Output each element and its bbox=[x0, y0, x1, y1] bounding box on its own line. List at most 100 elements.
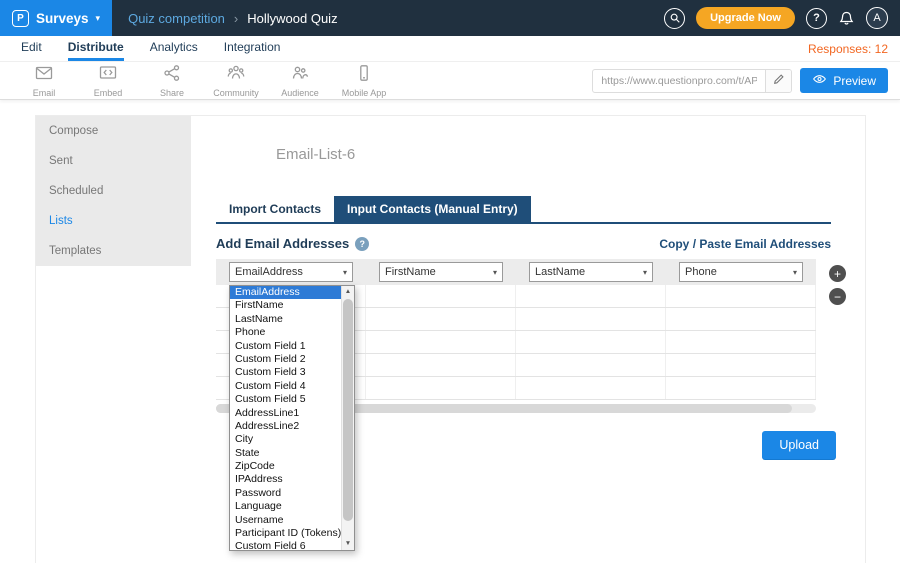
surveys-menu-button[interactable]: P Surveys ▾ bbox=[0, 0, 112, 36]
upgrade-button[interactable]: Upgrade Now bbox=[696, 7, 795, 29]
tab-edit[interactable]: Edit bbox=[21, 36, 42, 61]
topbar-actions: Upgrade Now ? A bbox=[664, 7, 900, 29]
toolbar-audience-button[interactable]: Audience bbox=[268, 64, 332, 98]
eye-icon bbox=[812, 73, 827, 88]
column-select-phone[interactable]: Phone ▾ bbox=[679, 262, 803, 282]
phone-cell[interactable] bbox=[666, 377, 816, 399]
toolbar-share-button[interactable]: Share bbox=[140, 64, 204, 98]
lastname-cell[interactable] bbox=[516, 285, 666, 307]
embed-icon bbox=[98, 64, 118, 87]
tab-distribute[interactable]: Distribute bbox=[68, 36, 124, 61]
dropdown-option[interactable]: Custom Field 5 bbox=[230, 393, 341, 406]
dropdown-options-list: EmailAddressFirstNameLastNamePhoneCustom… bbox=[230, 286, 341, 550]
dropdown-scrollbar[interactable]: ▲ ▼ bbox=[341, 286, 354, 550]
audience-icon bbox=[290, 64, 310, 87]
firstname-cell[interactable] bbox=[366, 354, 516, 376]
dropdown-option[interactable]: State bbox=[230, 447, 341, 460]
dropdown-option[interactable]: IPAddress bbox=[230, 473, 341, 486]
breadcrumb-survey-name[interactable]: Quiz competition bbox=[128, 11, 225, 26]
chevron-down-icon: ▾ bbox=[643, 268, 647, 277]
phone-cell[interactable] bbox=[666, 308, 816, 330]
toolbar-embed-button[interactable]: Embed bbox=[76, 64, 140, 98]
community-icon bbox=[226, 64, 246, 87]
dropdown-option[interactable]: AddressLine2 bbox=[230, 420, 341, 433]
column-select-value: FirstName bbox=[385, 266, 436, 278]
scroll-down-icon[interactable]: ▼ bbox=[342, 538, 354, 550]
toolbar-item-label: Audience bbox=[281, 88, 319, 98]
copy-paste-link[interactable]: Copy / Paste Email Addresses bbox=[659, 237, 831, 251]
phone-cell[interactable] bbox=[666, 354, 816, 376]
tab-integration[interactable]: Integration bbox=[224, 36, 281, 61]
share-icon bbox=[162, 64, 182, 87]
dropdown-option[interactable]: ZipCode bbox=[230, 460, 341, 473]
tab-import-contacts[interactable]: Import Contacts bbox=[216, 196, 334, 222]
table-header-row: EmailAddress ▾ FirstName ▾ LastName bbox=[216, 259, 816, 285]
scroll-up-icon[interactable]: ▲ bbox=[342, 286, 354, 298]
help-tooltip-icon[interactable]: ? bbox=[355, 237, 369, 251]
dropdown-option[interactable]: Phone bbox=[230, 326, 341, 339]
preview-button[interactable]: Preview bbox=[800, 68, 888, 93]
firstname-cell[interactable] bbox=[366, 308, 516, 330]
column-select-value: Phone bbox=[685, 266, 717, 278]
dropdown-option[interactable]: LastName bbox=[230, 313, 341, 326]
survey-url-input[interactable] bbox=[593, 75, 765, 87]
lastname-cell[interactable] bbox=[516, 354, 666, 376]
tab-analytics[interactable]: Analytics bbox=[150, 36, 198, 61]
sidebar-item-compose[interactable]: Compose bbox=[36, 116, 191, 146]
help-icon[interactable]: ? bbox=[806, 8, 827, 29]
phone-cell[interactable] bbox=[666, 331, 816, 353]
dropdown-option[interactable]: AddressLine1 bbox=[230, 407, 341, 420]
sidebar-item-templates[interactable]: Templates bbox=[36, 236, 191, 266]
dropdown-option[interactable]: Language bbox=[230, 500, 341, 513]
sidebar-item-sent[interactable]: Sent bbox=[36, 146, 191, 176]
add-email-heading: Add Email Addresses bbox=[216, 236, 349, 251]
toolbar-email-button[interactable]: Email bbox=[12, 64, 76, 98]
column-header: EmailAddress ▾ bbox=[216, 262, 366, 282]
lastname-cell[interactable] bbox=[516, 331, 666, 353]
dropdown-option[interactable]: Custom Field 2 bbox=[230, 353, 341, 366]
toolbar-mobile-app-button[interactable]: Mobile App bbox=[332, 64, 396, 98]
sidebar-item-scheduled[interactable]: Scheduled bbox=[36, 176, 191, 206]
questionpro-logo-icon: P bbox=[12, 10, 29, 27]
firstname-cell[interactable] bbox=[366, 331, 516, 353]
firstname-cell[interactable] bbox=[366, 377, 516, 399]
chevron-down-icon: ▾ bbox=[493, 268, 497, 277]
responses-count[interactable]: Responses: 12 bbox=[808, 42, 892, 56]
toolbar-right: Preview bbox=[592, 68, 888, 93]
dropdown-scrollbar-thumb[interactable] bbox=[343, 299, 353, 521]
dropdown-option[interactable]: Custom Field 1 bbox=[230, 340, 341, 353]
notifications-bell-icon[interactable] bbox=[838, 10, 855, 26]
edit-url-button[interactable] bbox=[765, 70, 791, 92]
lists-panel: Email-List-6 Import Contacts Input Conta… bbox=[191, 116, 865, 563]
dropdown-option[interactable]: Participant ID (Tokens) bbox=[230, 527, 341, 540]
breadcrumb: Quiz competition › Hollywood Quiz bbox=[128, 11, 338, 26]
search-icon[interactable] bbox=[664, 8, 685, 29]
dropdown-option[interactable]: City bbox=[230, 433, 341, 446]
sidebar-item-lists[interactable]: Lists bbox=[36, 206, 191, 236]
tab-input-contacts-manual[interactable]: Input Contacts (Manual Entry) bbox=[334, 196, 531, 222]
toolbar-item-label: Mobile App bbox=[342, 88, 387, 98]
dropdown-option[interactable]: Username bbox=[230, 514, 341, 527]
firstname-cell[interactable] bbox=[366, 285, 516, 307]
email-distribution-content: Compose Sent Scheduled Lists Templates E… bbox=[35, 115, 866, 563]
phone-cell[interactable] bbox=[666, 285, 816, 307]
email-icon bbox=[34, 64, 54, 87]
toolbar-community-button[interactable]: Community bbox=[204, 64, 268, 98]
dropdown-option[interactable]: Custom Field 3 bbox=[230, 366, 341, 379]
avatar[interactable]: A bbox=[866, 7, 888, 29]
dropdown-option[interactable]: Custom Field 4 bbox=[230, 380, 341, 393]
remove-row-button[interactable]: − bbox=[829, 288, 846, 305]
column-select-email[interactable]: EmailAddress ▾ bbox=[229, 262, 353, 282]
chevron-down-icon: ▾ bbox=[96, 13, 101, 24]
lastname-cell[interactable] bbox=[516, 308, 666, 330]
column-select-lastname[interactable]: LastName ▾ bbox=[529, 262, 653, 282]
dropdown-option[interactable]: Password bbox=[230, 487, 341, 500]
dropdown-option[interactable]: EmailAddress bbox=[230, 286, 341, 299]
upload-button[interactable]: Upload bbox=[762, 431, 836, 459]
dropdown-option[interactable]: Custom Field 6 bbox=[230, 540, 341, 550]
add-row-button[interactable]: + bbox=[829, 265, 846, 282]
dropdown-option[interactable]: FirstName bbox=[230, 299, 341, 312]
column-header: Phone ▾ bbox=[666, 262, 816, 282]
column-select-firstname[interactable]: FirstName ▾ bbox=[379, 262, 503, 282]
lastname-cell[interactable] bbox=[516, 377, 666, 399]
